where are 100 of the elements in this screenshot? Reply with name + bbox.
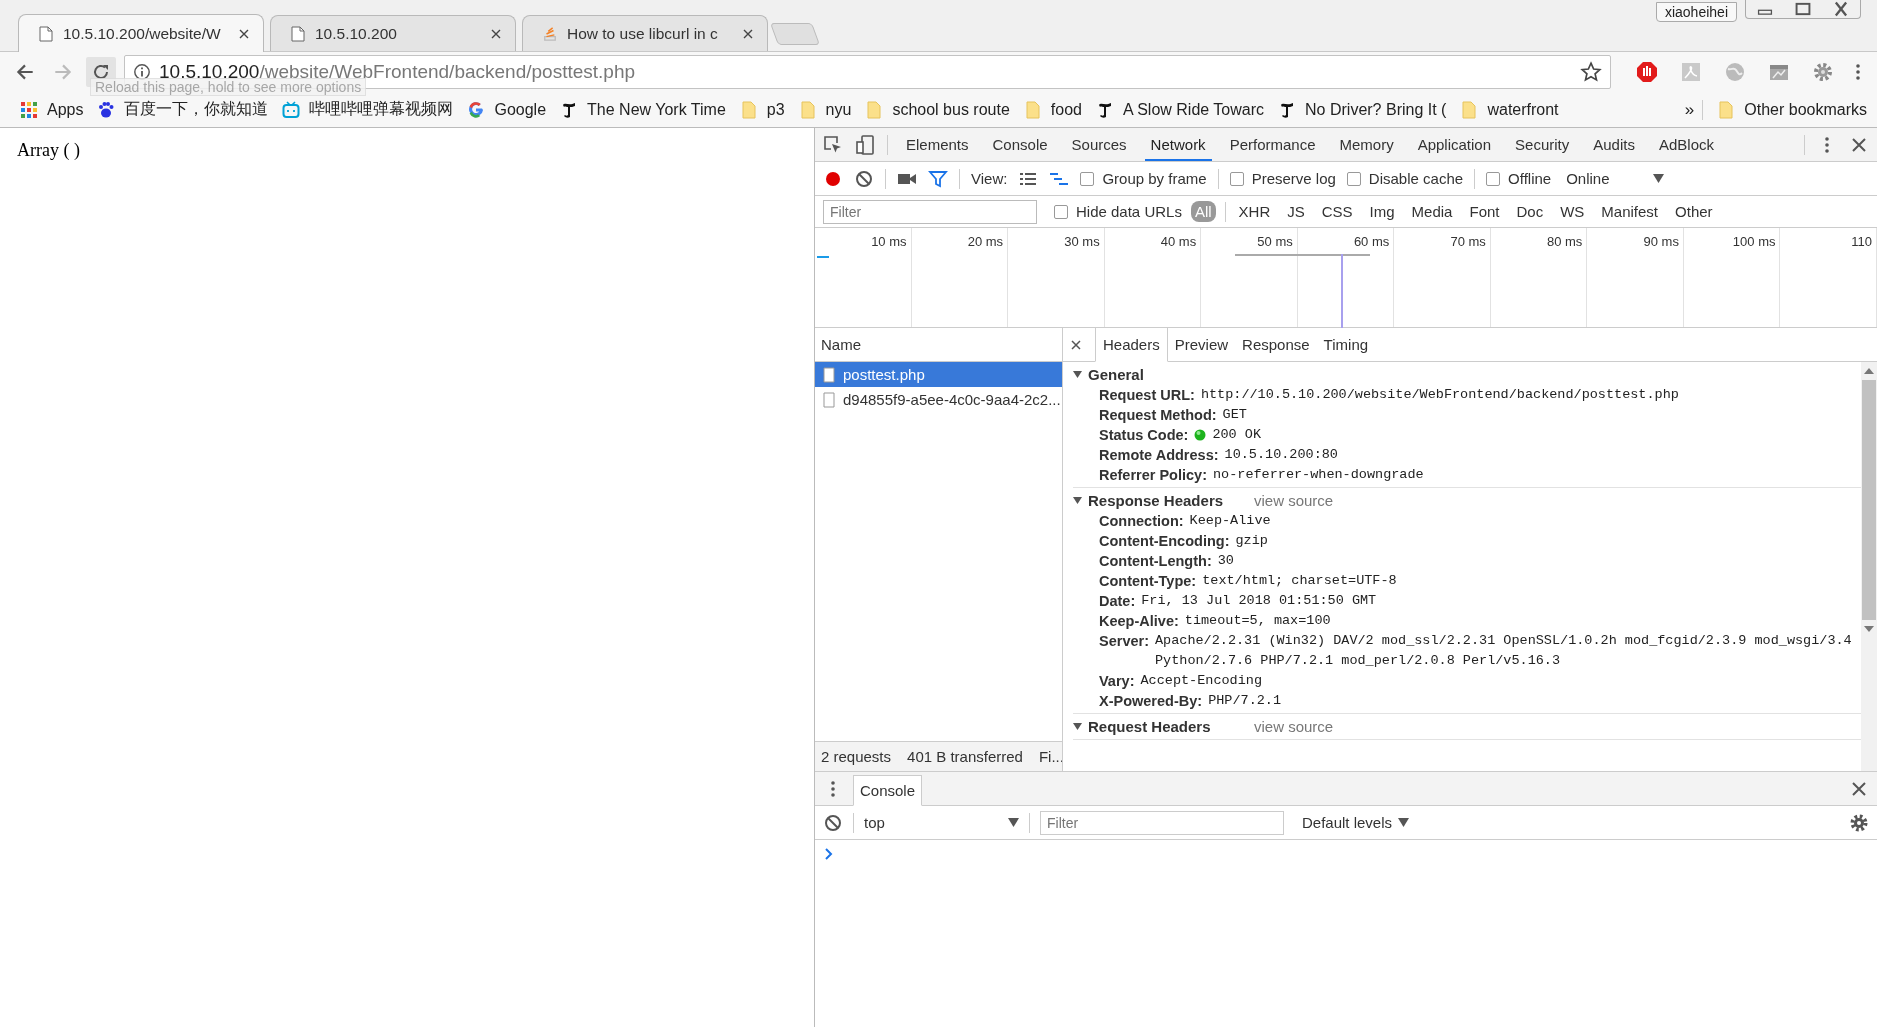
header-value: 200 OK (1212, 426, 1262, 444)
caret-icon[interactable] (1652, 174, 1664, 183)
detail-tab[interactable]: Preview (1167, 328, 1236, 361)
bookmark[interactable]: 哔哩哔哩弹幕视频网 (282, 99, 454, 120)
header-value: http://10.5.10.200/website/WebFrontend/backend/posttest.php (1200, 386, 1679, 404)
detail-tab[interactable]: Headers (1095, 327, 1168, 362)
more-bookmarks-button[interactable]: » (1676, 99, 1704, 120)
view-source-link[interactable]: view source (1254, 718, 1334, 735)
browser-tab[interactable]: 10.5.10.200/website/W (18, 14, 264, 52)
filter-field[interactable]: Filter (1040, 810, 1284, 835)
bookmark[interactable]: No Driver? Bring It ( (1278, 100, 1447, 119)
drawer-tab[interactable]: Console (853, 775, 923, 806)
checkbox-option[interactable]: Hide data URLs (1054, 203, 1182, 220)
type-filter[interactable]: XHR (1234, 201, 1275, 222)
inspect-icon[interactable] (823, 134, 843, 155)
page-icon (39, 25, 53, 42)
panel-tab[interactable]: Console (986, 128, 1054, 161)
checkbox[interactable] (1346, 171, 1361, 186)
bookmark[interactable]: A Slow Ride Towarc (1095, 100, 1265, 119)
page-text: Array ( ) (17, 140, 80, 160)
close-icon[interactable] (1071, 339, 1081, 350)
tv-icon (282, 100, 301, 119)
close-icon[interactable] (239, 28, 249, 39)
bookmark[interactable]: waterfront (1460, 100, 1559, 119)
request-row[interactable]: posttest.php (815, 362, 1062, 387)
detail-tab[interactable]: Response (1235, 328, 1317, 361)
gear-icon[interactable] (1812, 61, 1834, 83)
menu-icon[interactable] (1855, 62, 1861, 82)
bookmark[interactable]: p3 (739, 100, 785, 119)
clear-icon[interactable] (823, 812, 843, 833)
panel-tab[interactable]: Security (1509, 128, 1576, 161)
type-filter[interactable]: WS (1556, 201, 1589, 222)
time-tick: 60 ms (1353, 234, 1390, 249)
panel-tab[interactable]: Audits (1587, 128, 1641, 161)
time-tick: 30 ms (1064, 234, 1100, 249)
section-title[interactable]: General (1088, 366, 1258, 383)
bookmark[interactable]: food (1023, 100, 1082, 119)
panel-tab[interactable]: Performance (1223, 128, 1322, 161)
header-name: Remote Address: (1099, 446, 1219, 465)
detail-tab[interactable]: Timing (1316, 328, 1376, 361)
levels-select[interactable]: Default levels (1302, 814, 1410, 831)
view-source-link[interactable]: view source (1254, 492, 1334, 509)
checkbox[interactable] (1080, 171, 1095, 186)
view-label: View: (971, 170, 1008, 187)
settings-icon[interactable] (1849, 812, 1869, 833)
device-icon[interactable] (855, 134, 875, 155)
scroll-down-icon[interactable] (1864, 626, 1874, 632)
type-filter[interactable]: CSS (1317, 201, 1357, 222)
stop-hand-icon[interactable] (1636, 61, 1658, 83)
g-logo-icon (467, 100, 486, 119)
type-filter[interactable]: Media (1407, 201, 1457, 222)
info-icon (133, 63, 151, 81)
scroll-up-icon[interactable] (1864, 368, 1874, 374)
checkbox[interactable] (1054, 204, 1068, 219)
folder-icon (1460, 100, 1479, 119)
panel-tab[interactable]: Memory (1333, 128, 1400, 161)
prompt-icon[interactable] (825, 848, 833, 860)
disclosure-triangle-icon[interactable] (1073, 496, 1082, 505)
bookmark[interactable]: The New York Time (560, 100, 726, 119)
profile-button[interactable]: xiaoheihei (1655, 2, 1737, 22)
checkbox[interactable] (1486, 171, 1501, 186)
checkbox-option[interactable]: Disable cache (1346, 170, 1464, 187)
scrollbar[interactable] (1861, 362, 1877, 771)
bookmark[interactable]: nyu (798, 100, 852, 119)
browser-tab[interactable]: 10.5.10.200 (270, 15, 516, 51)
checkbox-option[interactable]: Preserve log (1229, 170, 1336, 187)
checkbox-option[interactable]: Group by frame (1080, 170, 1207, 187)
type-filter[interactable]: Doc (1512, 201, 1548, 222)
header-value: Apache/2.2.31 (Win32) DAV/2 mod_ssl/2.2.31 OpenSSL/1.0.2h mod_fcgid/2.3.9 mod_wsgi/3.4 Python/2.7.6 PHP/7.2.1 mod_perl/2.0.8 Perl/v5.16.3 (1155, 632, 1853, 670)
bookmark[interactable]: school bus route (865, 100, 1010, 119)
type-filter[interactable]: Font (1465, 201, 1504, 222)
type-filter[interactable]: Manifest (1597, 201, 1663, 222)
bookmark[interactable]: Google (467, 100, 547, 119)
panel-tab[interactable]: Elements (900, 128, 975, 161)
bookmark[interactable]: 百度一下，你就知道 (97, 99, 269, 120)
clear-icon[interactable] (854, 168, 874, 189)
disclosure-triangle-icon[interactable] (1073, 370, 1082, 379)
folder-icon (865, 100, 884, 119)
filter-field[interactable]: Filter (823, 199, 1037, 224)
disclosure-triangle-icon[interactable] (1073, 722, 1082, 731)
type-filter[interactable]: Other (1671, 201, 1717, 222)
browser-tab[interactable]: How to use libcurl in c (522, 15, 768, 51)
panel-tab[interactable]: Sources (1065, 128, 1133, 161)
star-icon[interactable] (1580, 61, 1602, 83)
panel-tab[interactable]: Application (1411, 128, 1498, 161)
context-select[interactable]: top (864, 814, 1019, 831)
throttling-select[interactable]: Online (1566, 170, 1610, 187)
request-row[interactable]: d94855f9-a5ee-4c0c-9aa4-2c2... (815, 387, 1062, 412)
type-filter[interactable]: Img (1365, 201, 1399, 222)
summary-text: Fi... (1038, 748, 1062, 765)
folder-icon (1023, 100, 1042, 119)
bookmark[interactable]: Apps (20, 100, 84, 119)
checkbox-option[interactable]: Offline (1486, 170, 1552, 187)
checkbox[interactable] (1229, 171, 1244, 186)
close-icon[interactable] (743, 28, 753, 39)
panel-tab[interactable]: AdBlock (1652, 128, 1720, 161)
type-filter[interactable]: JS (1283, 201, 1309, 222)
filter-icon[interactable] (928, 168, 948, 189)
bookmark-folder[interactable]: Other bookmarks (1717, 100, 1867, 119)
close-icon[interactable] (491, 28, 501, 39)
